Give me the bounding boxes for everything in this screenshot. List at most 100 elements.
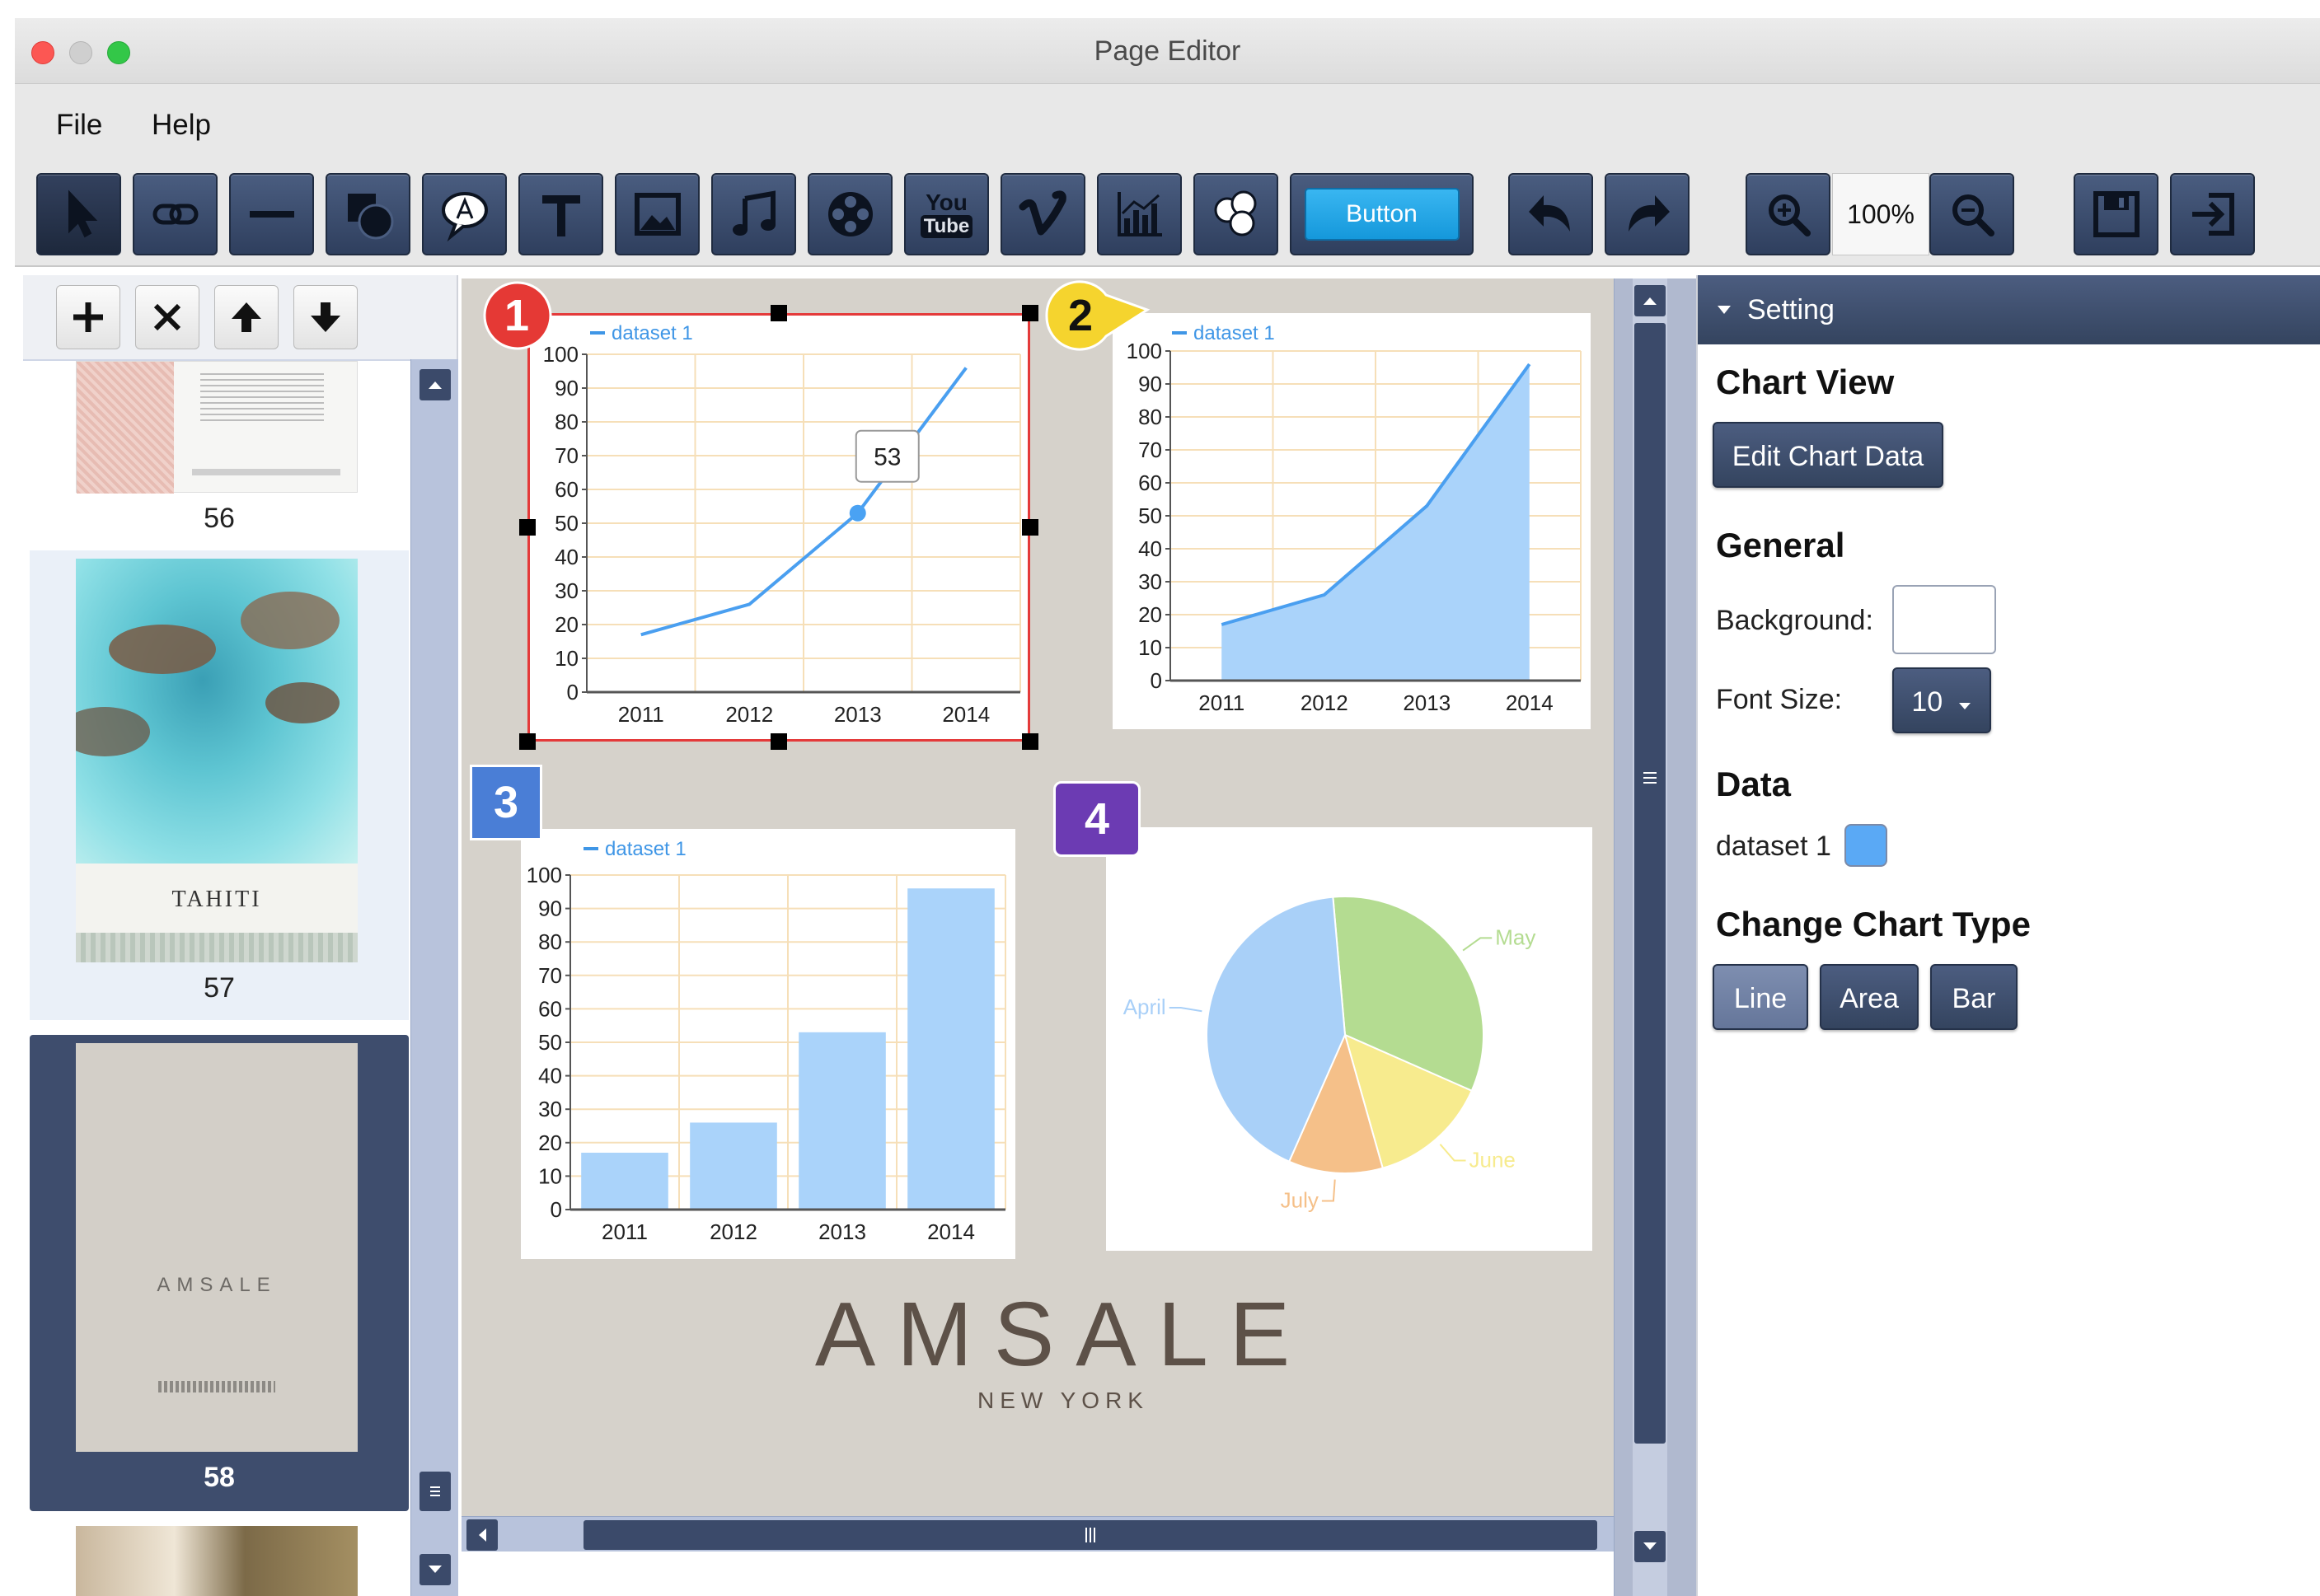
canvas-vertical-scrollbar[interactable] (1614, 278, 1696, 1596)
chart-type-line-button[interactable]: Line (1713, 964, 1808, 1030)
resize-handle-s[interactable] (771, 733, 787, 750)
cursor-arrow-icon (68, 190, 97, 238)
menu-file[interactable]: File (56, 109, 102, 142)
numbered-circles-icon (1214, 190, 1256, 236)
redo-icon (1628, 195, 1670, 232)
settings-panel: Setting Chart View Edit Chart Data Gener… (1696, 275, 2320, 1596)
bar-chart-svg: dataset 1 0 10 20 30 40 50 60 70 80 90 100 2011 2012 2… (527, 838, 1006, 1244)
vimeo-tool-button[interactable] (1001, 173, 1085, 255)
canvas-horizontal-scrollbar[interactable] (462, 1516, 1614, 1552)
resize-handle-w[interactable] (519, 519, 536, 536)
chevron-up-icon (1643, 297, 1657, 305)
y-tick-label: 40 (538, 1064, 562, 1088)
canvas-scroll-down-arrow[interactable] (1634, 1531, 1666, 1562)
zoom-out-icon (1952, 194, 1994, 236)
thumb-57-image: TAHITI (76, 559, 358, 962)
x-tick-label: 2013 (834, 702, 882, 727)
resize-handle-sw[interactable] (519, 733, 536, 750)
legend-label: dataset 1 (612, 322, 693, 344)
scroll-thumb[interactable] (419, 1472, 451, 1511)
chart-type-bar-button[interactable]: Bar (1930, 964, 2018, 1030)
callout-tool-button[interactable] (422, 173, 507, 255)
delete-page-button[interactable] (135, 285, 199, 349)
y-tick-label: 90 (538, 896, 562, 921)
background-color-swatch[interactable] (1892, 585, 1996, 654)
horizontal-scroll-thumb[interactable] (584, 1520, 1597, 1550)
pie-label-april: April (1123, 995, 1166, 1019)
youtube-tool-button[interactable]: You Tube (904, 173, 989, 255)
pie-leader-line (1439, 1144, 1466, 1162)
x-tick-label: 2012 (725, 702, 773, 727)
move-page-up-button[interactable] (214, 285, 279, 349)
scroll-down-arrow[interactable] (419, 1554, 451, 1585)
page-thumb-57[interactable]: TAHITI 57 (30, 550, 409, 1020)
link-tool-button[interactable] (133, 173, 218, 255)
marker-1: 1 (473, 278, 560, 353)
pie-chart-svg: May June July April (1123, 896, 1535, 1213)
chart-tool-button[interactable] (1097, 173, 1182, 255)
data-heading: Data (1716, 765, 1792, 803)
undo-button[interactable] (1508, 173, 1593, 255)
audio-tool-button[interactable] (711, 173, 796, 255)
save-button[interactable] (2074, 173, 2158, 255)
floppy-disk-icon (2093, 191, 2140, 237)
scroll-left-arrow[interactable] (466, 1519, 498, 1551)
page-thumb-58[interactable]: AMSALE 58 (30, 1035, 409, 1511)
menu-help[interactable]: Help (152, 109, 211, 142)
button-widget-preview: Button (1304, 188, 1460, 241)
zoom-in-button[interactable] (1746, 173, 1830, 255)
move-page-down-button[interactable] (293, 285, 358, 349)
text-t-icon (541, 195, 580, 236)
pages-scrollbar[interactable] (410, 359, 458, 1596)
pie-leader-line (1321, 1179, 1336, 1202)
legend-label: dataset 1 (605, 838, 687, 860)
general-heading: General (1716, 526, 1845, 564)
font-size-dropdown[interactable]: 10 (1892, 667, 1991, 733)
y-tick-label: 50 (538, 1030, 562, 1055)
resize-handle-n[interactable] (771, 305, 787, 321)
y-tick-label: 60 (555, 477, 579, 502)
chevron-up-icon (429, 381, 442, 389)
pie-label-june: June (1469, 1147, 1516, 1172)
logo-main: AMSALE (814, 1284, 1312, 1385)
chart-1-line[interactable]: dataset 1 0 10 20 30 40 50 60 70 80 90 100 2011 2012 2… (527, 313, 1030, 742)
page-thumb-next[interactable] (30, 1521, 409, 1596)
edit-chart-data-button[interactable]: Edit Chart Data (1713, 422, 1943, 488)
y-tick-label: 60 (1138, 470, 1162, 495)
button-widget-tool[interactable]: Button (1290, 173, 1474, 255)
page-thumb-56[interactable]: 56 (30, 361, 409, 550)
add-page-button[interactable] (56, 285, 120, 349)
numbered-widget-button[interactable] (1193, 173, 1278, 255)
chart-2-area[interactable]: dataset 1 0 10 20 30 40 50 60 70 80 90 100 2011 2012 2… (1113, 313, 1591, 729)
x-tick-label: 2014 (1506, 690, 1554, 715)
shape-tool-button[interactable] (326, 173, 410, 255)
resize-handle-e[interactable] (1022, 519, 1038, 536)
chart-3-bar[interactable]: dataset 1 0 10 20 30 40 50 60 70 80 90 100 2011 2012 2… (521, 829, 1015, 1259)
select-tool-button[interactable] (36, 173, 121, 255)
bar-2012 (690, 1122, 777, 1210)
page-canvas[interactable]: dataset 1 0 10 20 30 40 50 60 70 80 90 100 2011 2012 2… (462, 278, 1614, 1552)
line-chart-svg: dataset 101020304050607080901002011 2012 2… (543, 322, 1021, 727)
setting-header[interactable]: Setting (1698, 275, 2320, 344)
export-button[interactable] (2170, 173, 2255, 255)
chart-4-pie[interactable]: May June July April (1106, 827, 1592, 1251)
bar-2013 (799, 1032, 886, 1210)
page-number: 57 (204, 972, 235, 1004)
y-tick-label: 30 (538, 1097, 562, 1121)
canvas-scroll-up-arrow[interactable] (1634, 285, 1666, 316)
hover-point (849, 504, 866, 522)
canvas-vertical-scroll-thumb[interactable] (1634, 323, 1666, 1444)
resize-handle-se[interactable] (1022, 733, 1038, 750)
dataset-color-swatch[interactable] (1844, 824, 1887, 867)
chart-type-area-button[interactable]: Area (1820, 964, 1919, 1030)
text-tool-button[interactable] (518, 173, 603, 255)
line-tool-button[interactable] (229, 173, 314, 255)
close-x-icon (153, 303, 181, 331)
zoom-out-button[interactable] (1929, 173, 2014, 255)
logo-sub: NEW YORK (977, 1388, 1149, 1413)
image-tool-button[interactable] (615, 173, 700, 255)
redo-button[interactable] (1605, 173, 1690, 255)
y-tick-label: 10 (555, 646, 579, 671)
scroll-up-arrow[interactable] (419, 369, 451, 400)
video-tool-button[interactable] (808, 173, 893, 255)
